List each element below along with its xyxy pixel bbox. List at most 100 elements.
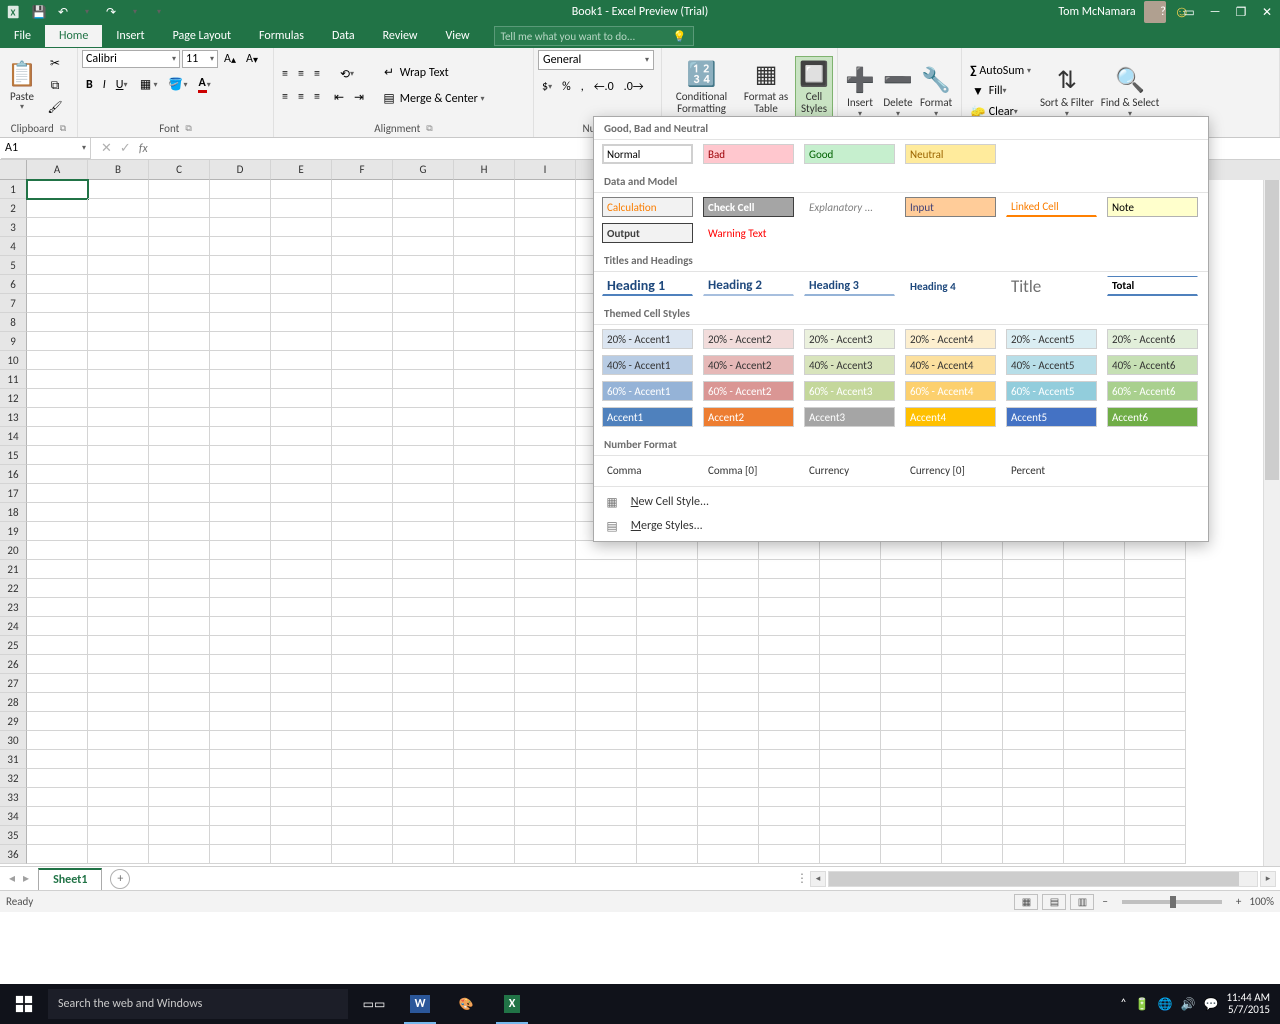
cell[interactable] xyxy=(210,807,271,826)
cell[interactable] xyxy=(515,598,576,617)
cell[interactable] xyxy=(210,313,271,332)
cell[interactable] xyxy=(576,636,637,655)
cell[interactable] xyxy=(393,807,454,826)
cell[interactable] xyxy=(515,275,576,294)
cell[interactable] xyxy=(27,218,88,237)
row-header[interactable]: 20 xyxy=(0,541,27,560)
cell[interactable] xyxy=(515,180,576,199)
row-header[interactable]: 21 xyxy=(0,560,27,579)
cell[interactable] xyxy=(576,807,637,826)
cell[interactable] xyxy=(88,541,149,560)
style-chip[interactable]: Currency [0] xyxy=(905,460,996,480)
cell[interactable] xyxy=(454,408,515,427)
cell[interactable] xyxy=(1003,712,1064,731)
tab-formulas[interactable]: Formulas xyxy=(245,25,318,47)
cell[interactable] xyxy=(149,769,210,788)
cell[interactable] xyxy=(210,750,271,769)
tab-review[interactable]: Review xyxy=(369,25,432,47)
row-header[interactable]: 10 xyxy=(0,351,27,370)
cell[interactable] xyxy=(210,389,271,408)
cell[interactable] xyxy=(332,579,393,598)
cell[interactable] xyxy=(1003,845,1064,864)
cell[interactable] xyxy=(271,579,332,598)
cell[interactable] xyxy=(881,674,942,693)
cell[interactable] xyxy=(881,845,942,864)
cell[interactable] xyxy=(454,636,515,655)
cell[interactable] xyxy=(820,769,881,788)
cell[interactable] xyxy=(881,788,942,807)
row-header[interactable]: 3 xyxy=(0,218,27,237)
cell[interactable] xyxy=(88,370,149,389)
cell[interactable] xyxy=(454,256,515,275)
cell[interactable] xyxy=(88,560,149,579)
cell[interactable] xyxy=(271,313,332,332)
cell[interactable] xyxy=(149,294,210,313)
col-header[interactable]: G xyxy=(393,160,454,180)
cell[interactable] xyxy=(332,389,393,408)
cell[interactable] xyxy=(1064,788,1125,807)
style-chip[interactable]: Accent4 xyxy=(905,407,996,427)
cell[interactable] xyxy=(698,693,759,712)
row-header[interactable]: 8 xyxy=(0,313,27,332)
cell[interactable] xyxy=(210,465,271,484)
cell[interactable] xyxy=(332,180,393,199)
cell[interactable] xyxy=(698,655,759,674)
cell[interactable] xyxy=(149,446,210,465)
cell[interactable] xyxy=(149,560,210,579)
cell[interactable] xyxy=(88,351,149,370)
cell[interactable] xyxy=(515,427,576,446)
cell[interactable] xyxy=(1125,674,1186,693)
style-chip[interactable]: Bad xyxy=(703,144,794,164)
cell[interactable] xyxy=(454,750,515,769)
style-chip[interactable]: 60% - Accent6 xyxy=(1107,381,1198,401)
style-chip[interactable]: 20% - Accent1 xyxy=(602,329,693,349)
style-chip[interactable]: Input xyxy=(905,197,996,217)
cell[interactable] xyxy=(1125,598,1186,617)
cell[interactable] xyxy=(759,560,820,579)
cell[interactable] xyxy=(942,731,1003,750)
cell[interactable] xyxy=(332,218,393,237)
cell[interactable] xyxy=(27,560,88,579)
align-bottom-button[interactable]: ≡ xyxy=(310,65,324,83)
cell[interactable] xyxy=(332,275,393,294)
style-chip[interactable]: Heading 2 xyxy=(703,276,794,296)
cell[interactable] xyxy=(27,712,88,731)
cell[interactable] xyxy=(454,503,515,522)
cell[interactable] xyxy=(820,693,881,712)
cell[interactable] xyxy=(393,351,454,370)
cell[interactable] xyxy=(698,541,759,560)
restore-icon[interactable]: ❐ xyxy=(1230,1,1252,23)
cell[interactable] xyxy=(27,598,88,617)
style-chip[interactable]: Currency xyxy=(804,460,895,480)
sheet-tab-1[interactable]: Sheet1 xyxy=(38,868,102,890)
cell[interactable] xyxy=(1003,826,1064,845)
cell[interactable] xyxy=(88,769,149,788)
cell[interactable] xyxy=(1003,769,1064,788)
cell[interactable] xyxy=(271,484,332,503)
cell[interactable] xyxy=(393,446,454,465)
cell[interactable] xyxy=(515,389,576,408)
cell[interactable] xyxy=(759,541,820,560)
zoom-level[interactable]: 100% xyxy=(1249,895,1274,908)
cell[interactable] xyxy=(759,750,820,769)
cell[interactable] xyxy=(881,826,942,845)
cell[interactable] xyxy=(454,845,515,864)
row-header[interactable]: 23 xyxy=(0,598,27,617)
cell[interactable] xyxy=(698,579,759,598)
cell[interactable] xyxy=(454,199,515,218)
cell[interactable] xyxy=(759,845,820,864)
tell-me-search[interactable]: Tell me what you want to do... 💡 xyxy=(494,26,694,46)
cell[interactable] xyxy=(698,674,759,693)
style-chip[interactable]: 20% - Accent3 xyxy=(804,329,895,349)
cell[interactable] xyxy=(881,579,942,598)
font-name-combo[interactable]: Calibri▾ xyxy=(82,50,180,68)
cell[interactable] xyxy=(1064,655,1125,674)
style-chip[interactable]: Heading 3 xyxy=(804,276,895,296)
cell[interactable] xyxy=(27,503,88,522)
cell[interactable] xyxy=(393,693,454,712)
cell[interactable] xyxy=(515,674,576,693)
cell[interactable] xyxy=(271,180,332,199)
style-chip[interactable]: Linked Cell xyxy=(1006,197,1097,217)
cell[interactable] xyxy=(332,351,393,370)
currency-button[interactable]: $▾ xyxy=(538,78,556,96)
